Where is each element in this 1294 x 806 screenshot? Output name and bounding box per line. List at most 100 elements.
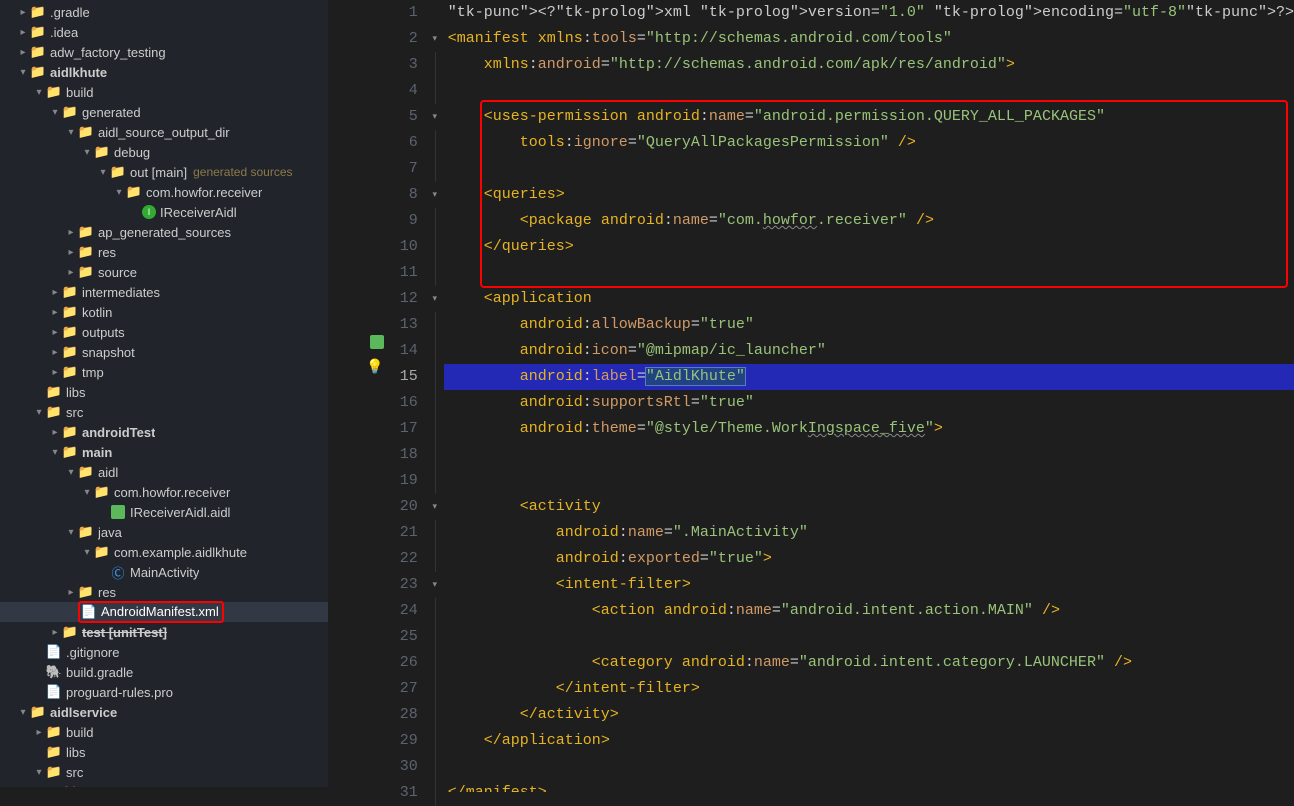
code-line[interactable]: android:label="AidlKhute" xyxy=(444,364,1294,390)
code-line[interactable]: </manifest> xyxy=(444,780,1294,792)
tree-item[interactable]: ▾📁com.howfor.receiver xyxy=(0,182,328,202)
code-line[interactable]: tools:ignore="QueryAllPackagesPermission… xyxy=(444,130,1294,156)
code-line[interactable] xyxy=(444,156,1294,182)
tree-item[interactable]: ▸📁androidTest xyxy=(0,782,328,787)
tree-item[interactable]: ⒸMainActivity xyxy=(0,562,328,582)
tree-item[interactable]: IIReceiverAidl xyxy=(0,202,328,222)
chevron-right-icon[interactable]: ▸ xyxy=(32,727,46,738)
chevron-right-icon[interactable]: ▸ xyxy=(48,307,62,318)
tree-item[interactable]: ▾📁src xyxy=(0,762,328,782)
chevron-down-icon[interactable]: ▾ xyxy=(48,107,62,118)
code-line[interactable]: "tk-punc"><?"tk-prolog">xml "tk-prolog">… xyxy=(444,0,1294,26)
tree-item[interactable]: ▸📁tmp xyxy=(0,362,328,382)
code-line[interactable]: <action android:name="android.intent.act… xyxy=(444,598,1294,624)
chevron-down-icon[interactable]: ▾ xyxy=(80,487,94,498)
tree-item[interactable]: ▸📁outputs xyxy=(0,322,328,342)
fold-toggle-icon[interactable]: ▾ xyxy=(432,286,437,312)
tree-item[interactable]: ▾📁main xyxy=(0,442,328,462)
code-line[interactable] xyxy=(444,78,1294,104)
tree-item[interactable]: ▾📁generated xyxy=(0,102,328,122)
code-line[interactable] xyxy=(444,260,1294,286)
code-line[interactable]: </activity> xyxy=(444,702,1294,728)
chevron-down-icon[interactable]: ▾ xyxy=(32,87,46,98)
tree-item[interactable]: ▾📁com.howfor.receiver xyxy=(0,482,328,502)
chevron-right-icon[interactable]: ▸ xyxy=(64,247,78,258)
chevron-down-icon[interactable]: ▾ xyxy=(32,767,46,778)
code-line[interactable]: </application> xyxy=(444,728,1294,754)
fold-toggle-icon[interactable]: ▾ xyxy=(432,104,437,130)
tree-item[interactable]: ▾📁debug xyxy=(0,142,328,162)
chevron-right-icon[interactable]: ▸ xyxy=(64,227,78,238)
tree-item[interactable]: ▸📁res xyxy=(0,242,328,262)
chevron-right-icon[interactable]: ▸ xyxy=(64,267,78,278)
chevron-right-icon[interactable]: ▸ xyxy=(48,287,62,298)
tree-item[interactable]: 📄.gitignore xyxy=(0,642,328,662)
chevron-down-icon[interactable]: ▾ xyxy=(16,67,30,78)
chevron-right-icon[interactable]: ▸ xyxy=(48,627,62,638)
chevron-right-icon[interactable]: ▸ xyxy=(16,47,30,58)
fold-toggle-icon[interactable]: ▾ xyxy=(432,182,437,208)
code-line[interactable]: <manifest xmlns:tools="http://schemas.an… xyxy=(444,26,1294,52)
tree-item[interactable]: ▾📁aidl xyxy=(0,462,328,482)
tree-item[interactable]: ▸📁source xyxy=(0,262,328,282)
tree-item[interactable]: ▾📁src xyxy=(0,402,328,422)
code-line[interactable] xyxy=(444,468,1294,494)
chevron-right-icon[interactable]: ▸ xyxy=(48,367,62,378)
chevron-down-icon[interactable]: ▾ xyxy=(80,147,94,158)
code-editor[interactable]: 💡 12345678910111213141516171819202122232… xyxy=(328,0,1294,787)
tree-item[interactable]: ▸📁.gradle xyxy=(0,2,328,22)
tree-item[interactable]: ▾📁aidlkhute xyxy=(0,62,328,82)
chevron-right-icon[interactable]: ▸ xyxy=(48,347,62,358)
tree-item[interactable]: ▾📁com.example.aidlkhute xyxy=(0,542,328,562)
chevron-right-icon[interactable]: ▸ xyxy=(16,27,30,38)
code-line[interactable]: <application xyxy=(444,286,1294,312)
tree-item[interactable]: ▸📁res xyxy=(0,582,328,602)
tree-item[interactable]: ▾📁build xyxy=(0,82,328,102)
tree-item[interactable]: ▸📁snapshot xyxy=(0,342,328,362)
code-line[interactable]: android:name=".MainActivity" xyxy=(444,520,1294,546)
tree-item[interactable]: ▸📁kotlin xyxy=(0,302,328,322)
code-line[interactable]: <category android:name="android.intent.c… xyxy=(444,650,1294,676)
chevron-down-icon[interactable]: ▾ xyxy=(64,527,78,538)
tree-item[interactable]: ▸📁test [unitTest] xyxy=(0,622,328,642)
code-line[interactable]: android:icon="@mipmap/ic_launcher" xyxy=(444,338,1294,364)
code-line[interactable]: android:theme="@style/Theme.WorkIngspace… xyxy=(444,416,1294,442)
tree-item[interactable]: ▸📁ap_generated_sources xyxy=(0,222,328,242)
code-line[interactable]: </queries> xyxy=(444,234,1294,260)
intention-bulb-icon[interactable]: 💡 xyxy=(366,355,383,381)
tree-item[interactable]: ▸📁intermediates xyxy=(0,282,328,302)
chevron-down-icon[interactable]: ▾ xyxy=(16,707,30,718)
chevron-down-icon[interactable]: ▾ xyxy=(112,187,126,198)
tree-item[interactable]: 📁libs xyxy=(0,742,328,762)
tree-item[interactable]: ▾📁out [main]generated sources xyxy=(0,162,328,182)
chevron-right-icon[interactable]: ▸ xyxy=(48,427,62,438)
chevron-right-icon[interactable]: ▸ xyxy=(16,7,30,18)
code-line[interactable]: <uses-permission android:name="android.p… xyxy=(444,104,1294,130)
code-line[interactable]: <activity xyxy=(444,494,1294,520)
chevron-down-icon[interactable]: ▾ xyxy=(32,407,46,418)
chevron-right-icon[interactable]: ▸ xyxy=(48,327,62,338)
code-line[interactable] xyxy=(444,442,1294,468)
tree-item[interactable]: ▾📁aidlservice xyxy=(0,702,328,722)
code-line[interactable]: xmlns:android="http://schemas.android.co… xyxy=(444,52,1294,78)
chevron-down-icon[interactable]: ▾ xyxy=(80,547,94,558)
chevron-down-icon[interactable]: ▾ xyxy=(64,467,78,478)
code-area[interactable]: "tk-punc"><?"tk-prolog">xml "tk-prolog">… xyxy=(444,0,1294,787)
code-line[interactable] xyxy=(444,624,1294,650)
code-line[interactable]: <intent-filter> xyxy=(444,572,1294,598)
tree-item[interactable]: IReceiverAidl.aidl xyxy=(0,502,328,522)
code-line[interactable]: android:allowBackup="true" xyxy=(444,312,1294,338)
tree-item[interactable]: ▾📁java xyxy=(0,522,328,542)
code-line[interactable]: android:exported="true"> xyxy=(444,546,1294,572)
chevron-down-icon[interactable]: ▾ xyxy=(96,167,110,178)
tree-item[interactable]: 📄proguard-rules.pro xyxy=(0,682,328,702)
code-line[interactable]: </intent-filter> xyxy=(444,676,1294,702)
code-line[interactable]: <package android:name="com.howfor.receiv… xyxy=(444,208,1294,234)
tree-item[interactable]: ▸📁.idea xyxy=(0,22,328,42)
chevron-down-icon[interactable]: ▾ xyxy=(64,127,78,138)
tree-item[interactable]: ▸📁androidTest xyxy=(0,422,328,442)
project-tree[interactable]: ▸📁.gradle▸📁.idea▸📁adw_factory_testing▾📁a… xyxy=(0,0,328,787)
tree-item[interactable]: 🐘build.gradle xyxy=(0,662,328,682)
tree-item[interactable]: ▸📁build xyxy=(0,722,328,742)
fold-toggle-icon[interactable]: ▾ xyxy=(432,572,437,598)
